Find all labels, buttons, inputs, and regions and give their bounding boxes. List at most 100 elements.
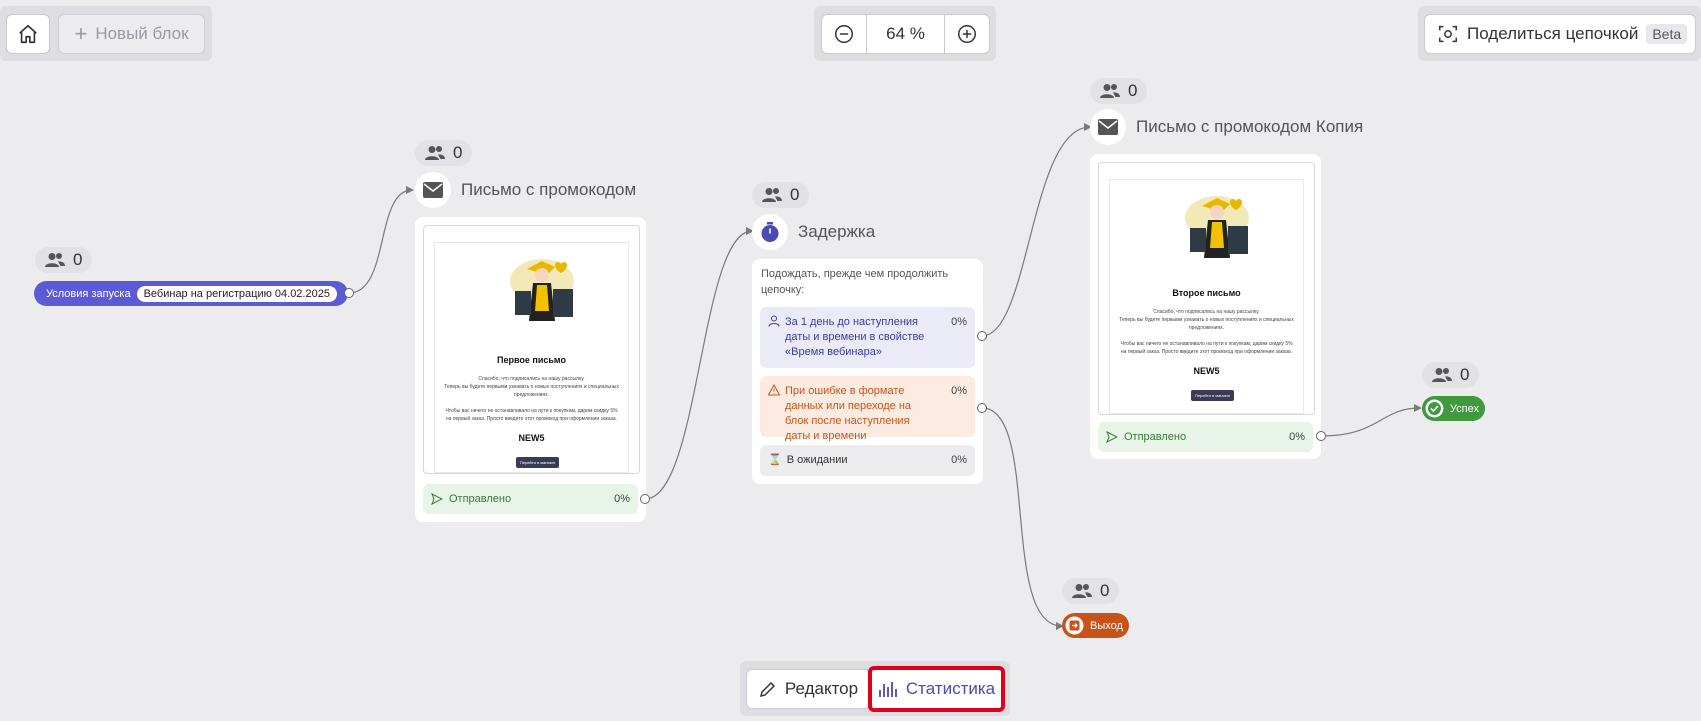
email1-preview-text1: Спасибо, что подписались на нашу рассылк… — [478, 376, 585, 382]
connector-email2-success — [1320, 407, 1421, 437]
connector-start-email1 — [348, 189, 413, 294]
email1-header[interactable]: Письмо с промокодом — [415, 172, 636, 208]
email2-title: Письмо с промокодом Копия — [1136, 117, 1364, 136]
delay-card[interactable]: Подождать, прежде чем продолжить цепочку… — [752, 259, 983, 484]
connector-delay-email2 — [981, 126, 1091, 337]
share-label: Поделиться цепочкой — [1467, 24, 1639, 43]
email1-output-port[interactable] — [640, 494, 650, 504]
delay-title: Задержка — [798, 222, 876, 241]
email2-preview-title: Второе письмо — [1172, 288, 1241, 298]
hourglass-icon: ⌛ — [768, 454, 782, 466]
success-count: 0 — [1460, 365, 1470, 384]
tab-statistics[interactable]: Статистика — [868, 666, 1005, 712]
email2-header[interactable]: Письмо с промокодом Копия — [1090, 109, 1363, 145]
bottom-mode-tabs: Редактор Статистика — [740, 661, 1010, 716]
start-tag: Вебинар на регистрацию 04.02.2025 — [136, 285, 337, 302]
email1-preview-text2: Теперь вы будете первыми узнавать о новы… — [444, 384, 619, 398]
start-count: 0 — [73, 250, 83, 269]
bar-chart-icon — [878, 682, 897, 697]
users-icon — [45, 253, 65, 267]
email1-promo-code: NEW5 — [518, 433, 545, 443]
users-icon — [1432, 368, 1452, 382]
exit-counter: 0 — [1062, 578, 1120, 604]
start-conditions-node[interactable]: Условия запуска Вебинар на регистрацию 0… — [34, 281, 348, 306]
email1-counter: 0 — [415, 140, 473, 166]
exit-label: Выход — [1090, 619, 1123, 632]
share-chain-button[interactable]: Поделиться цепочкой Beta — [1424, 14, 1696, 54]
success-label: Успех — [1449, 402, 1479, 415]
delay-option1-pct: 0% — [951, 316, 967, 328]
warning-icon — [768, 384, 780, 396]
start-output-port[interactable] — [344, 288, 354, 298]
email1-sent-label: Отправлено — [449, 493, 512, 505]
exit-door-icon — [1065, 616, 1084, 635]
beta-badge: Beta — [1646, 24, 1688, 44]
delay-option2-pct: 0% — [951, 385, 967, 397]
email2-preview-text1: Спасибо, что подписались на нашу рассылк… — [1153, 309, 1260, 315]
users-icon — [425, 146, 445, 160]
email2-counter: 0 — [1090, 78, 1148, 104]
success-node[interactable]: Успех — [1422, 396, 1485, 421]
success-counter: 0 — [1422, 362, 1480, 388]
shopping-woman-illustration — [510, 259, 574, 321]
delay-option2-text: При ошибке в формате данных или переходе… — [785, 385, 912, 442]
users-icon — [762, 188, 782, 202]
home-button[interactable] — [6, 14, 50, 54]
zoom-out-button[interactable] — [821, 14, 867, 54]
delay-waiting-pct: 0% — [951, 454, 967, 466]
connector-email1-delay — [644, 230, 753, 500]
mail-icon — [1090, 109, 1126, 145]
email1-preview-button: Перейти в магазин — [516, 457, 559, 468]
delay-option-scheduled[interactable]: За 1 день до наступления даты и времени … — [760, 307, 975, 368]
tab-editor[interactable]: Редактор — [746, 669, 871, 709]
email2-sent-row[interactable]: Отправлено 0% — [1098, 422, 1313, 452]
email1-sent-row[interactable]: Отправлено 0% — [423, 484, 638, 514]
send-icon — [1106, 431, 1118, 443]
tab-editor-label: Редактор — [784, 679, 859, 698]
users-icon — [1100, 84, 1120, 98]
new-block-label: Новый блок — [95, 24, 189, 43]
email1-title: Письмо с промокодом — [461, 180, 637, 199]
plus-icon: + — [74, 21, 88, 46]
email1-card[interactable]: Первое письмо Спасибо, что подписались н… — [415, 217, 646, 522]
zoom-in-button[interactable] — [944, 14, 990, 54]
email2-output-port[interactable] — [1316, 431, 1326, 441]
share-camera-icon — [1439, 25, 1457, 43]
delay-description: Подождать, прежде чем продолжить цепочку… — [761, 268, 949, 296]
shopping-woman-illustration — [1185, 196, 1249, 258]
exit-node[interactable]: Выход — [1062, 613, 1129, 638]
email1-sent-pct: 0% — [614, 493, 630, 505]
email1-preview-text3: Чтобы вас ничего не останавливало на пут… — [445, 408, 618, 422]
delay-waiting-label: В ожидании — [786, 454, 848, 466]
exit-count: 0 — [1100, 581, 1110, 600]
email2-card[interactable]: Второе письмо Спасибо, что подписались н… — [1090, 154, 1321, 459]
share-toolbar: Поделиться цепочкой Beta — [1418, 6, 1701, 61]
email1-preview-title: Первое письмо — [497, 355, 566, 365]
zoom-level: 64 % — [866, 14, 945, 54]
email2-preview: Второе письмо Спасибо, что подписались н… — [1098, 162, 1315, 415]
delay-counter: 0 — [752, 182, 810, 208]
start-counter: 0 — [35, 247, 93, 273]
email1-preview: Первое письмо Спасибо, что подписались н… — [423, 225, 640, 474]
top-left-toolbar: + Новый блок — [0, 6, 212, 61]
connector-delay-exit — [981, 407, 1063, 627]
zoom-in-icon — [958, 25, 976, 43]
delay-option-waiting[interactable]: ⌛ В ожидании 0% — [760, 445, 975, 476]
delay-option-error[interactable]: При ошибке в формате данных или переходе… — [760, 376, 975, 442]
delay-option1-text: За 1 день до наступления даты и времени … — [785, 316, 925, 358]
email2-preview-button: Перейти в магазин — [1191, 390, 1234, 401]
start-label: Условия запуска — [46, 287, 131, 300]
zoom-out-icon — [835, 25, 853, 43]
home-icon — [19, 24, 37, 44]
new-block-button[interactable]: + Новый блок — [58, 14, 205, 54]
delay-option2-port[interactable] — [977, 403, 987, 413]
delay-header[interactable]: Задержка — [752, 214, 875, 250]
delay-option1-port[interactable] — [977, 331, 987, 341]
email2-count: 0 — [1128, 81, 1138, 100]
email1-count: 0 — [453, 143, 463, 162]
email2-sent-pct: 0% — [1289, 431, 1305, 443]
email2-promo-code: NEW5 — [1193, 366, 1220, 376]
send-icon — [431, 493, 443, 505]
person-icon — [768, 315, 780, 327]
email2-preview-text2: Теперь вы будете первыми узнавать о новы… — [1119, 317, 1294, 331]
